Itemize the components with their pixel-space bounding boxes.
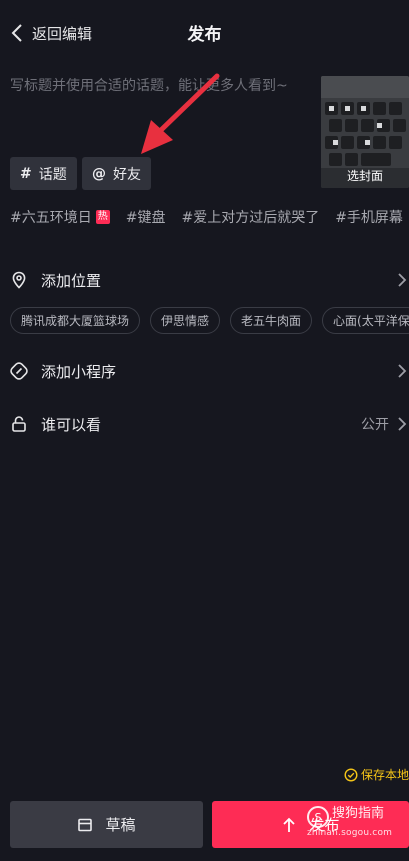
page-title: 发布 (187, 25, 222, 45)
mini-program-icon (10, 362, 28, 380)
tag-item[interactable]: #键盘 (126, 207, 166, 227)
save-local-label: 保存本地 (360, 768, 409, 782)
cover-selector[interactable]: 选封面 (321, 76, 409, 188)
location-pin-icon (12, 271, 26, 289)
visibility-label: 谁可以看 (41, 415, 102, 434)
friend-label: 好友 (113, 166, 141, 183)
location-chip[interactable]: 心面(太平洋保 (322, 307, 409, 334)
topic-label: 话题 (38, 166, 67, 183)
watermark-text: 搜狗指南 (332, 806, 385, 821)
add-mini-program-label: 添加小程序 (41, 362, 117, 381)
tag-item[interactable]: #爱上对方过后就哭了 (181, 207, 319, 227)
tag-text: #六五环境日 (10, 210, 92, 226)
header: 返回编辑 发布 (0, 0, 409, 66)
tag-item[interactable]: #六五环境日 热 (10, 207, 110, 227)
chevron-right-icon (398, 364, 407, 378)
upload-arrow-icon (283, 817, 296, 832)
chevron-right-icon (398, 273, 407, 287)
watermark: S 搜狗指南 zhinan.sogou.com (307, 806, 392, 838)
cover-label: 选封面 (346, 169, 383, 183)
location-chip[interactable]: 伊思情感 (150, 307, 221, 334)
draft-box-icon (78, 818, 93, 831)
draft-button[interactable]: 草稿 (10, 801, 203, 848)
add-location-label: 添加位置 (41, 271, 102, 290)
location-suggestions: 腾讯成都大厦篮球场 伊思情感 老五牛肉面 心面(太平洋保 (10, 307, 409, 334)
save-local-toggle[interactable]: 保存本地 (344, 766, 409, 783)
tag-item[interactable]: #手机屏幕 (335, 207, 403, 227)
draft-label: 草稿 (105, 816, 136, 834)
topic-button[interactable]: # 话题 (10, 157, 77, 190)
lock-icon (12, 416, 26, 432)
tag-text: #手机屏幕 (335, 210, 403, 226)
add-location-row[interactable]: 添加位置 (0, 260, 409, 300)
chevron-right-icon (398, 417, 407, 431)
watermark-url: zhinan.sogou.com (307, 828, 393, 838)
annotation-arrow (141, 73, 220, 154)
add-mini-program-row[interactable]: 添加小程序 (0, 351, 409, 391)
visibility-value: 公开 (361, 417, 389, 433)
check-circle-icon (344, 767, 358, 782)
tag-text: #爱上对方过后就哭了 (181, 210, 320, 226)
sogou-logo: S (307, 806, 329, 828)
location-chip[interactable]: 腾讯成都大厦篮球场 (10, 307, 141, 334)
visibility-row[interactable]: 谁可以看 公开 (0, 404, 409, 444)
hashtag-icon: # (20, 165, 32, 182)
at-icon: @ (92, 165, 106, 182)
hot-badge: 热 (95, 210, 110, 224)
trending-tags: #六五环境日 热 #键盘 #爱上对方过后就哭了 #手机屏幕 (10, 207, 409, 227)
tag-text: #键盘 (125, 210, 166, 226)
location-chip[interactable]: 老五牛肉面 (230, 307, 313, 334)
